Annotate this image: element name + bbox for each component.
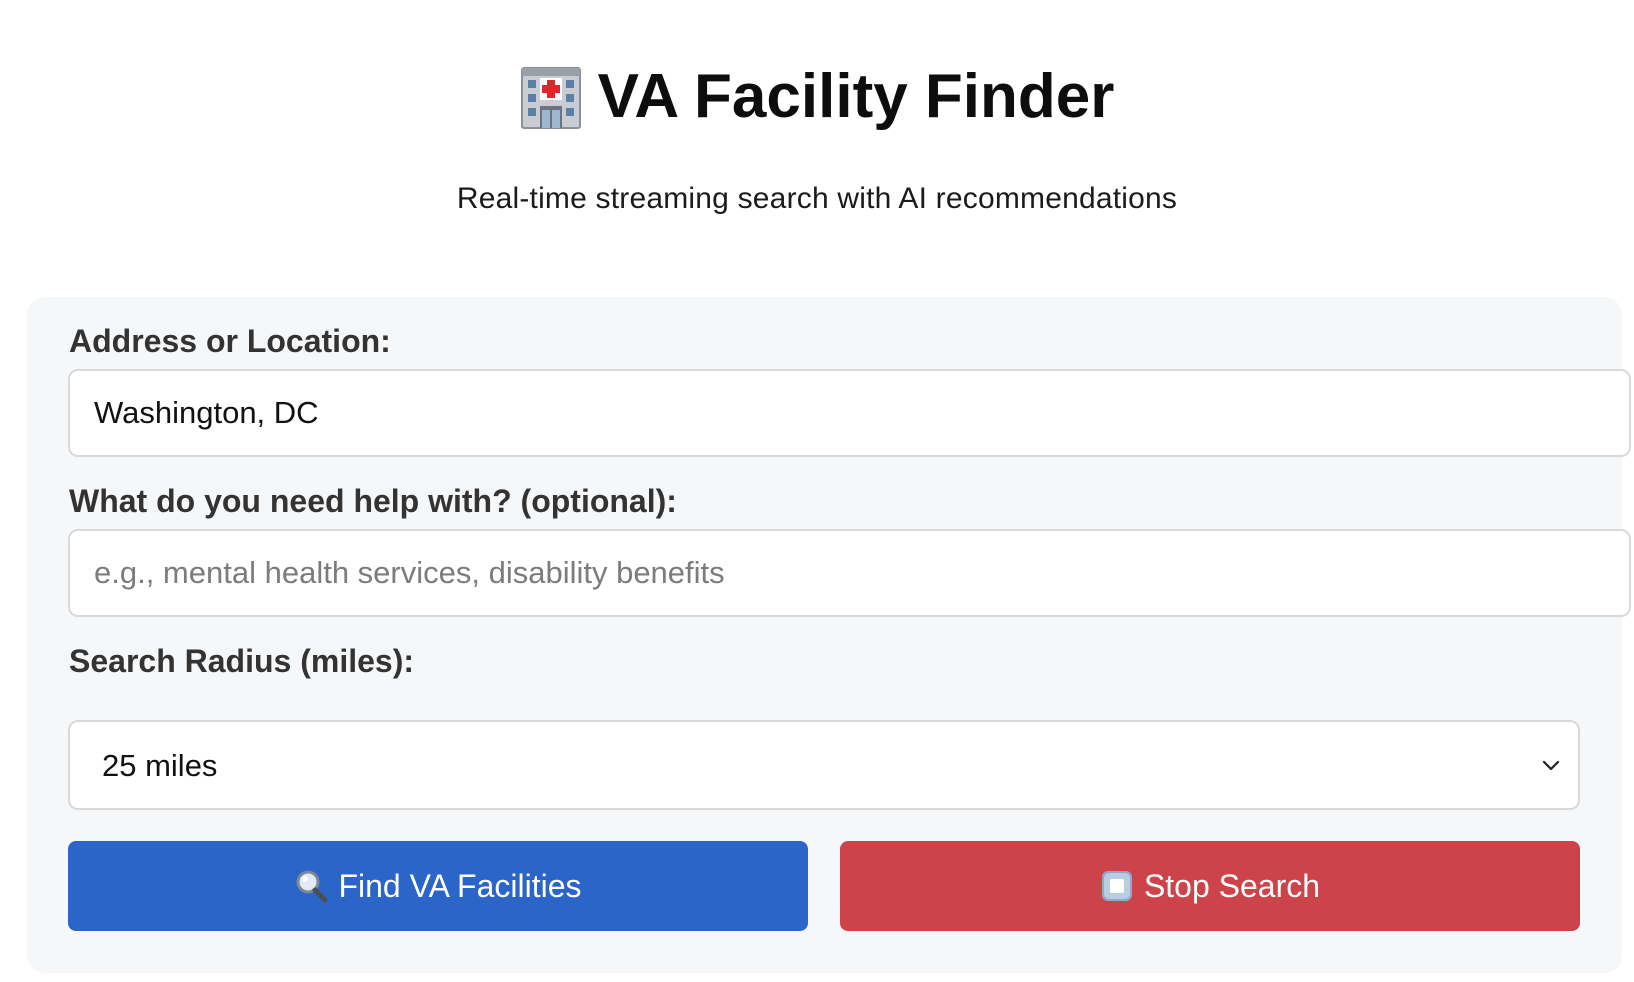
search-form-panel: Address or Location: What do you need he… <box>27 297 1631 973</box>
page-header: VA Facility Finder Real-time streaming s… <box>0 60 1634 216</box>
page-subtitle: Real-time streaming search with AI recom… <box>456 182 1178 216</box>
find-facilities-label: Find VA Facilities <box>338 867 582 904</box>
stop-icon <box>1100 869 1134 903</box>
stop-search-button[interactable]: Stop Search <box>840 841 1580 931</box>
address-label: Address or Location: <box>69 323 391 359</box>
help-topic-input[interactable] <box>68 529 1631 617</box>
radius-label: Search Radius (miles): <box>69 643 414 679</box>
radius-selected-value: 25 miles <box>102 748 218 783</box>
radius-select[interactable]: 25 miles <box>68 720 1580 810</box>
hospital-icon <box>520 64 582 130</box>
page-title-text: VA Facility Finder <box>597 62 1115 131</box>
magnifier-icon <box>294 869 328 903</box>
help-label: What do you need help with? (optional): <box>69 483 677 519</box>
find-facilities-button[interactable]: Find VA Facilities <box>68 841 808 931</box>
chevron-down-icon <box>1538 752 1564 778</box>
address-input[interactable] <box>68 369 1631 457</box>
page-title: VA Facility Finder <box>0 60 1634 134</box>
stop-search-label: Stop Search <box>1143 867 1321 904</box>
